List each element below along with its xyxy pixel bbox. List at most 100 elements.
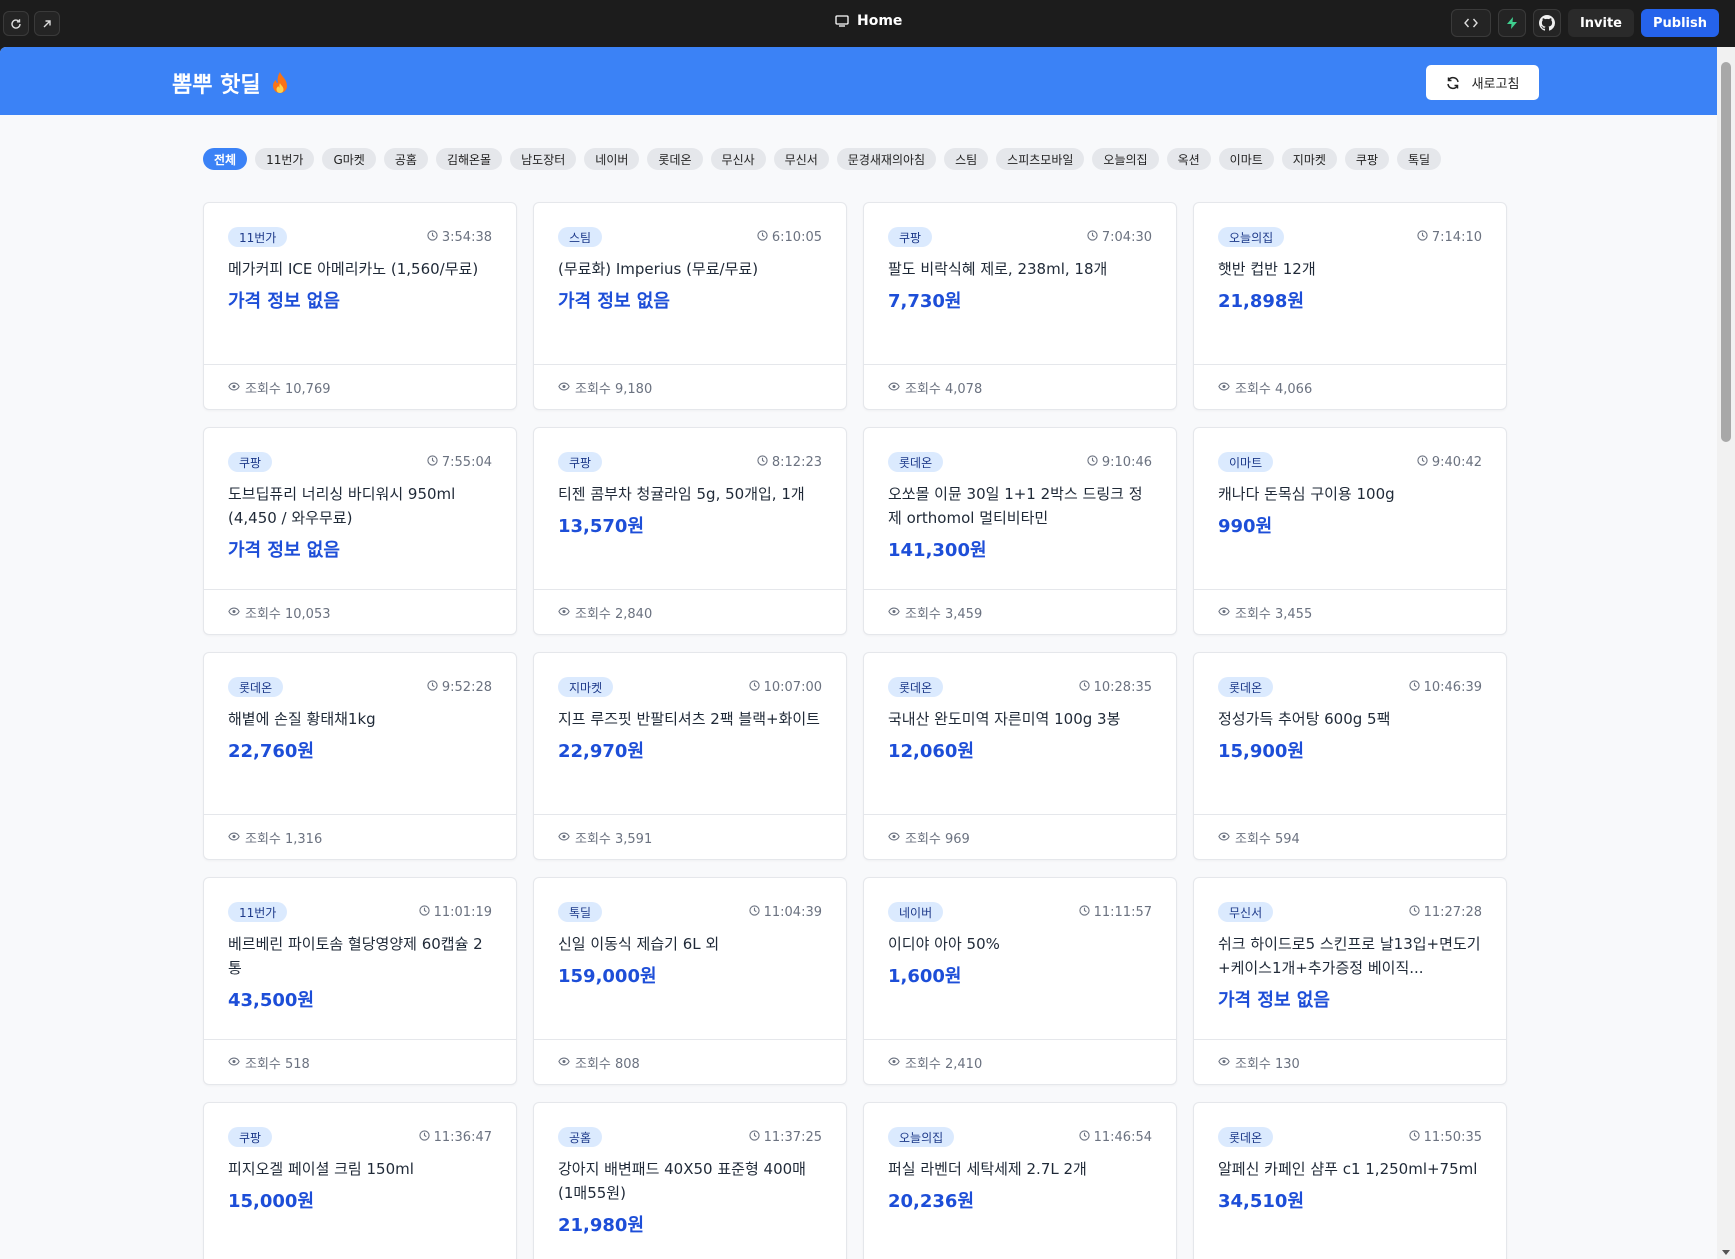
- deal-card[interactable]: 오늘의집 11:46:54 퍼실 라벤더 세탁세제 2.7L 2개 20,236원: [863, 1102, 1177, 1259]
- deal-title[interactable]: 쉬크 하이드로5 스킨프로 날13입+면도기+케이스1개+추가증정 베이직...: [1218, 932, 1482, 980]
- deal-time-text: 11:46:54: [1093, 1129, 1152, 1145]
- supabase-button[interactable]: [1497, 9, 1526, 37]
- deal-title[interactable]: 퍼실 라벤더 세탁세제 2.7L 2개: [888, 1157, 1152, 1181]
- filter-chip[interactable]: 오늘의집: [1092, 148, 1159, 170]
- filter-chip[interactable]: 문경새재의아침: [836, 148, 937, 170]
- deal-title[interactable]: 국내산 완도미역 자른미역 100g 3봉: [888, 707, 1152, 731]
- filter-chip[interactable]: 공홈: [383, 148, 428, 170]
- open-external-button[interactable]: [34, 11, 60, 36]
- deal-card[interactable]: 롯데온 10:28:35 국내산 완도미역 자른미역 100g 3봉 12,060원 조…: [863, 652, 1177, 860]
- deal-title[interactable]: 알페신 카페인 샴푸 c1 1,250ml+75ml: [1218, 1157, 1482, 1181]
- deal-time: 9:40:42: [1417, 455, 1482, 470]
- view-count: 조회수 10,769: [245, 381, 331, 397]
- deal-title[interactable]: 지프 루즈핏 반팔티셔츠 2팩 블랙+화이트: [558, 707, 822, 731]
- deal-card[interactable]: 롯데온 9:52:28 해볕에 손질 황태채1kg 22,760원 조회수 1,316: [203, 652, 517, 860]
- deal-title[interactable]: 베르베린 파이토솜 혈당영양제 60캡슐 2통: [228, 932, 492, 980]
- filter-chip[interactable]: 이마트: [1218, 148, 1274, 170]
- deal-title[interactable]: 캐나다 돈목심 구이용 100g: [1218, 482, 1482, 506]
- deal-card[interactable]: 이마트 9:40:42 캐나다 돈목심 구이용 100g 990원 조회수 3,455: [1193, 427, 1507, 635]
- invite-button[interactable]: Invite: [1567, 9, 1634, 37]
- deal-card[interactable]: 롯데온 9:10:46 오쏘몰 이뮨 30일 1+1 2박스 드링크 정제 orth…: [863, 427, 1177, 635]
- deal-card[interactable]: 무신서 11:27:28 쉬크 하이드로5 스킨프로 날13입+면도기+케이스1개+…: [1193, 877, 1507, 1085]
- deal-title[interactable]: 햇반 컵반 12개: [1218, 257, 1482, 281]
- page-tab[interactable]: Home: [835, 13, 902, 29]
- deal-title[interactable]: (무료화) Imperius (무료/무료): [558, 257, 822, 281]
- filter-chip[interactable]: 전체: [203, 148, 248, 170]
- deal-title[interactable]: 피지오겔 페이셜 크림 150ml: [228, 1157, 492, 1181]
- filter-chip[interactable]: 스피츠모바일: [996, 148, 1085, 170]
- deal-title[interactable]: 도브딥퓨리 너리싱 바디워시 950ml (4,450 / 와우무료): [228, 482, 492, 530]
- filter-chip[interactable]: 네이버: [584, 148, 640, 170]
- deal-card[interactable]: 쿠팡 7:04:30 팔도 비락식혜 제로, 238ml, 18개 7,730원 조회수…: [863, 202, 1177, 410]
- deal-title[interactable]: 정성가득 추어탕 600g 5팩: [1218, 707, 1482, 731]
- view-count: 조회수 969: [905, 831, 970, 847]
- monitor-icon: [835, 15, 849, 27]
- view-count: 조회수 3,591: [575, 831, 653, 847]
- filter-chip[interactable]: G마켓: [322, 148, 376, 170]
- deal-time: 11:01:19: [418, 904, 492, 920]
- store-badge: 롯데온: [228, 677, 284, 697]
- filter-chip[interactable]: 쿠팡: [1344, 148, 1390, 170]
- deal-grid: 11번가 3:54:38 메가커피 ICE 아메리카노 (1,560/무료) 가격 정…: [203, 202, 1507, 1259]
- deal-card[interactable]: 톡딜 11:04:39 신일 이동식 제습기 6L 외 159,000원 조회수 808: [533, 877, 847, 1085]
- scroll-thumb[interactable]: [1721, 62, 1731, 442]
- deal-card[interactable]: 오늘의집 7:14:10 햇반 컵반 12개 21,898원 조회수 4,066: [1193, 202, 1507, 410]
- filter-chip[interactable]: 남도장터: [510, 148, 577, 170]
- filter-chip[interactable]: 11번가: [255, 148, 315, 170]
- deal-title[interactable]: 오쏘몰 이뮨 30일 1+1 2박스 드링크 정제 orthomol 멀티비타민: [888, 482, 1152, 530]
- deal-card[interactable]: 11번가 11:01:19 베르베린 파이토솜 혈당영양제 60캡슐 2통 43,50…: [203, 877, 517, 1085]
- scroll-down-arrow-icon[interactable]: [1722, 1250, 1730, 1255]
- code-button[interactable]: [1450, 9, 1491, 37]
- reload-button[interactable]: [3, 11, 29, 36]
- filter-chip[interactable]: 김해온몰: [435, 148, 503, 170]
- eye-icon: [1218, 380, 1230, 395]
- store-filter-bar: 전체 11번가 G마켓 공홈 김해온몰 남도장터 네이버 롯데온 무신사 무신서 문경새재의아침 스팀…: [203, 148, 1442, 170]
- brand: 뽐뿌 핫딜: [172, 67, 289, 99]
- view-count: 조회수 4,066: [1235, 381, 1313, 397]
- vertical-scrollbar[interactable]: [1717, 47, 1735, 1259]
- app-header: 뽐뿌 핫딜 새로고침: [0, 47, 1717, 115]
- fire-icon: [272, 72, 287, 93]
- deal-title[interactable]: 팔도 비락식혜 제로, 238ml, 18개: [888, 257, 1152, 281]
- deal-title[interactable]: 이디야 아아 50%: [888, 932, 1152, 956]
- deal-card[interactable]: 쿠팡 7:55:04 도브딥퓨리 너리싱 바디워시 950ml (4,450 / 와…: [203, 427, 517, 635]
- deal-title[interactable]: 강아지 배변패드 40X50 표준형 400매 (1매55원): [558, 1157, 822, 1205]
- deal-card[interactable]: 지마켓 10:07:00 지프 루즈핏 반팔티셔츠 2팩 블랙+화이트 22,970원…: [533, 652, 847, 860]
- deal-card[interactable]: 네이버 11:11:57 이디야 아아 50% 1,600원 조회수 2,410: [863, 877, 1177, 1085]
- deal-footer: 조회수 3,459: [864, 589, 1176, 634]
- deal-meta: 지마켓 10:07:00: [558, 677, 822, 697]
- deal-price: 34,510원: [1218, 1191, 1305, 1212]
- editor-toolbar: Home Invite Publish: [0, 0, 1735, 47]
- deal-time-text: 11:01:19: [433, 904, 492, 920]
- deal-card[interactable]: 쿠팡 8:12:23 티젠 콤부차 청귤라임 5g, 50개입, 1개 13,570원…: [533, 427, 847, 635]
- deal-title[interactable]: 해볕에 손질 황태채1kg: [228, 707, 492, 731]
- deal-title[interactable]: 티젠 콤부차 청귤라임 5g, 50개입, 1개: [558, 482, 822, 506]
- filter-chip[interactable]: 무신사: [710, 148, 766, 170]
- eye-icon: [558, 380, 570, 395]
- filter-chip[interactable]: 무신서: [773, 148, 829, 170]
- filter-chip[interactable]: 옥션: [1166, 148, 1211, 170]
- deal-title[interactable]: 신일 이동식 제습기 6L 외: [558, 932, 822, 956]
- deal-meta: 쿠팡 7:55:04: [228, 452, 492, 472]
- filter-chip[interactable]: 스팀: [944, 148, 989, 170]
- refresh-button[interactable]: 새로고침: [1426, 65, 1539, 100]
- deal-card[interactable]: 11번가 3:54:38 메가커피 ICE 아메리카노 (1,560/무료) 가격 정…: [203, 202, 517, 410]
- deal-footer: 조회수 9,180: [534, 364, 846, 409]
- deal-price: 21,980원: [558, 1215, 645, 1236]
- publish-button[interactable]: Publish: [1641, 9, 1719, 37]
- deal-card[interactable]: 스팀 6:10:05 (무료화) Imperius (무료/무료) 가격 정보 없음 조…: [533, 202, 847, 410]
- deal-meta: 11번가 3:54:38: [228, 227, 492, 247]
- deal-card[interactable]: 공홈 11:37:25 강아지 배변패드 40X50 표준형 400매 (1매55원…: [533, 1102, 847, 1259]
- store-badge: 이마트: [1218, 452, 1274, 472]
- clock-icon: [418, 904, 430, 920]
- deal-time-text: 9:40:42: [1431, 454, 1482, 470]
- deal-card[interactable]: 쿠팡 11:36:47 피지오겔 페이셜 크림 150ml 15,000원: [203, 1102, 517, 1259]
- store-badge: 네이버: [888, 902, 944, 922]
- deal-card[interactable]: 롯데온 10:46:39 정성가득 추어탕 600g 5팩 15,900원 조회수 59…: [1193, 652, 1507, 860]
- filter-chip[interactable]: 지마켓: [1281, 148, 1337, 170]
- filter-chip[interactable]: 롯데온: [647, 148, 703, 170]
- deal-title[interactable]: 메가커피 ICE 아메리카노 (1,560/무료): [228, 257, 492, 281]
- deal-card[interactable]: 롯데온 11:50:35 알페신 카페인 샴푸 c1 1,250ml+75ml 34,…: [1193, 1102, 1507, 1259]
- github-button[interactable]: [1532, 9, 1561, 37]
- filter-chip[interactable]: 톡딜: [1397, 148, 1442, 170]
